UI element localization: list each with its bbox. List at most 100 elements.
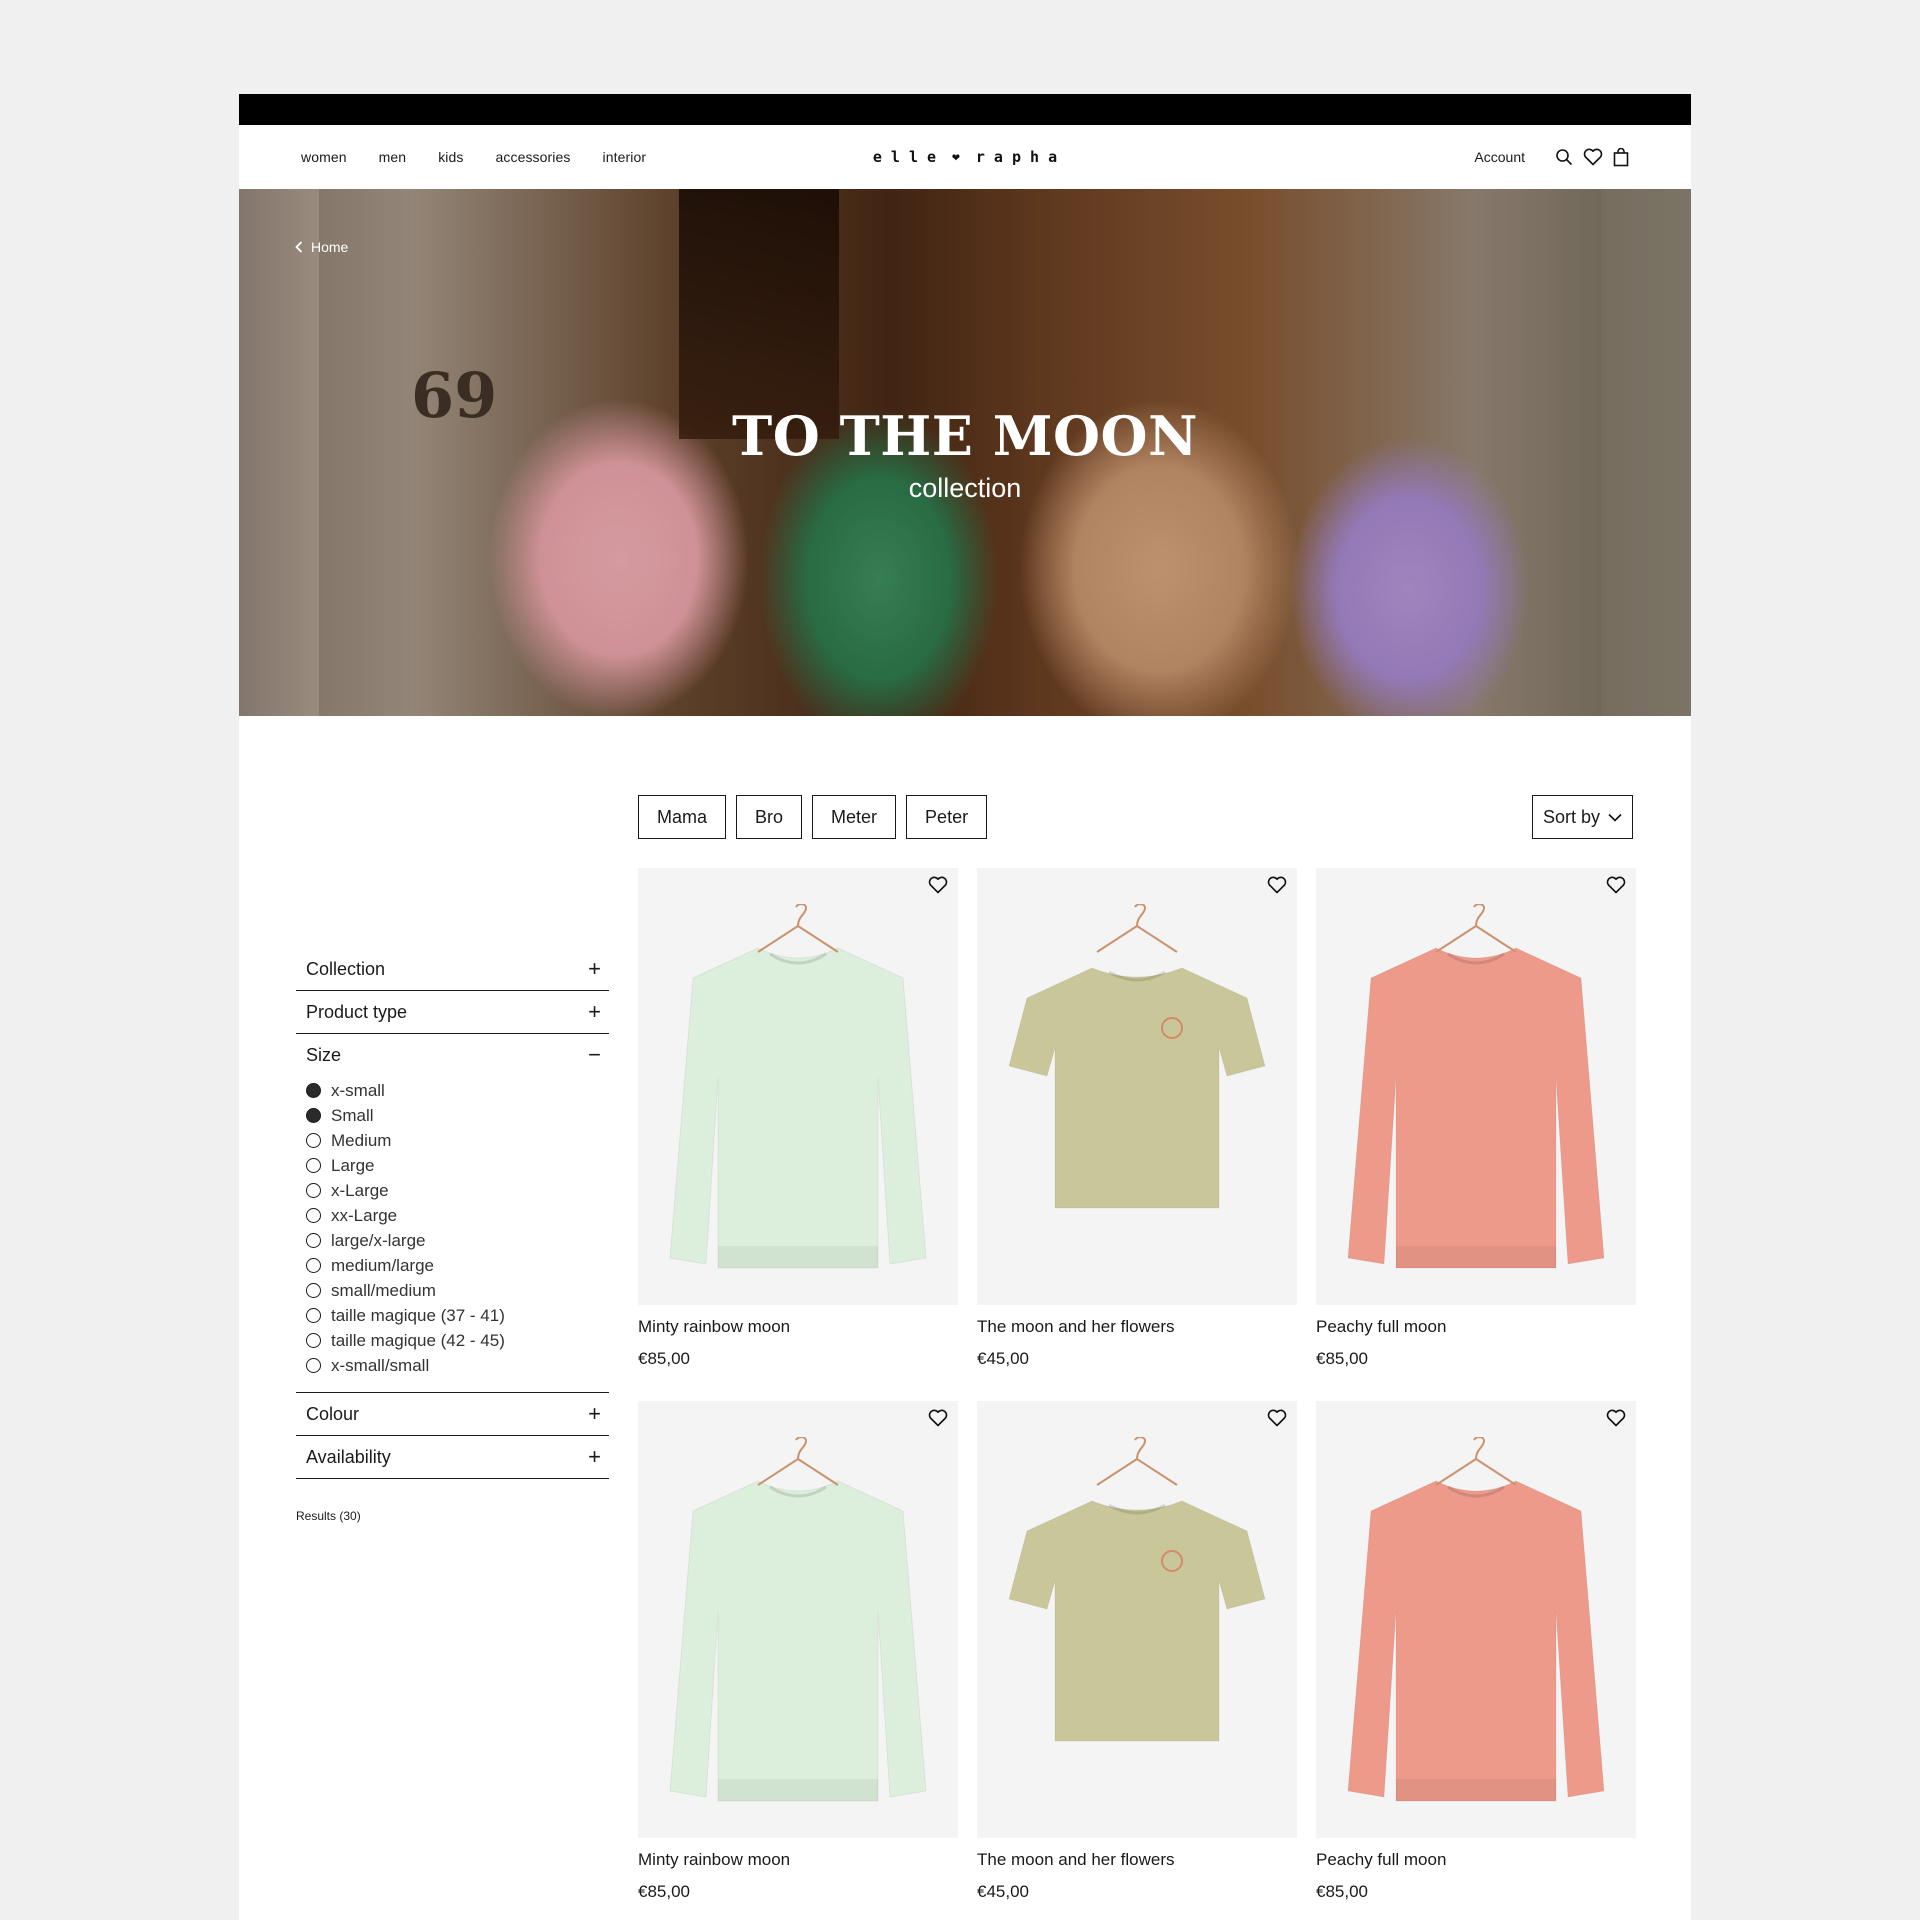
wishlist-heart-icon[interactable]: [1583, 148, 1603, 166]
top-bar: [239, 94, 1691, 125]
size-option[interactable]: taille magique (42 - 45): [306, 1328, 599, 1353]
product-card[interactable]: The moon and her flowers €45,00: [977, 868, 1297, 1369]
product-name[interactable]: The moon and her flowers: [977, 1317, 1297, 1337]
breadcrumb-home[interactable]: Home: [295, 239, 348, 255]
category-chips: Mama Bro Meter Peter: [638, 795, 988, 839]
product-card[interactable]: The moon and her flowers €45,00: [977, 1401, 1297, 1902]
wishlist-heart-icon[interactable]: [1606, 1409, 1626, 1432]
size-radio[interactable]: [306, 1258, 321, 1273]
size-option[interactable]: large/x-large: [306, 1228, 599, 1253]
product-image[interactable]: [977, 1401, 1297, 1838]
size-option-label: x-Large: [331, 1180, 389, 1200]
product-price: €85,00: [638, 1349, 690, 1368]
size-option-label: Small: [331, 1105, 374, 1125]
size-option[interactable]: small/medium: [306, 1278, 599, 1303]
search-icon[interactable]: [1555, 148, 1573, 166]
size-options: x-small Small Medium Large x-Large xx-Large la…: [296, 1076, 609, 1392]
plus-icon[interactable]: +: [588, 1444, 601, 1470]
filter-colour[interactable]: Colour +: [296, 1393, 609, 1436]
shopping-bag-icon[interactable]: [1613, 147, 1629, 167]
hero-title: TO THE MOON: [732, 404, 1198, 468]
size-radio[interactable]: [306, 1208, 321, 1223]
size-radio[interactable]: [306, 1283, 321, 1298]
size-option[interactable]: x-small: [306, 1078, 599, 1103]
wishlist-heart-icon[interactable]: [928, 1409, 948, 1432]
account-link[interactable]: Account: [1474, 149, 1525, 165]
product-card[interactable]: Peachy full moon €85,00: [1316, 868, 1636, 1369]
size-option-label: large/x-large: [331, 1230, 426, 1250]
plus-icon[interactable]: +: [588, 999, 601, 1025]
size-radio[interactable]: [306, 1108, 321, 1123]
filter-collection[interactable]: Collection +: [296, 948, 609, 991]
size-radio[interactable]: [306, 1183, 321, 1198]
product-name[interactable]: Minty rainbow moon: [638, 1850, 958, 1870]
product-image[interactable]: [1316, 868, 1636, 1305]
product-card[interactable]: Minty rainbow moon €85,00: [638, 1401, 958, 1902]
size-option-label: medium/large: [331, 1255, 434, 1275]
size-radio[interactable]: [306, 1083, 321, 1098]
filter-availability-label: Availability: [306, 1446, 391, 1467]
chip-meter[interactable]: Meter: [812, 795, 897, 839]
product-price: €45,00: [977, 1349, 1029, 1368]
size-option[interactable]: Large: [306, 1153, 599, 1178]
size-radio[interactable]: [306, 1333, 321, 1348]
chip-bro[interactable]: Bro: [736, 795, 803, 839]
product-name[interactable]: Minty rainbow moon: [638, 1317, 958, 1337]
size-radio[interactable]: [306, 1358, 321, 1373]
filter-colour-label: Colour: [306, 1403, 360, 1424]
nav-accessories[interactable]: accessories: [495, 149, 570, 165]
chevron-left-icon: [295, 241, 303, 253]
size-radio[interactable]: [306, 1158, 321, 1173]
product-name[interactable]: Peachy full moon: [1316, 1850, 1636, 1870]
product-card[interactable]: Peachy full moon €85,00: [1316, 1401, 1636, 1902]
size-option[interactable]: Medium: [306, 1128, 599, 1153]
tshirt-illustration: [997, 938, 1277, 1223]
filter-product-type[interactable]: Product type +: [296, 991, 609, 1034]
plus-icon[interactable]: +: [588, 1401, 601, 1427]
tshirt-illustration: [997, 1471, 1277, 1756]
product-price: €45,00: [977, 1882, 1029, 1901]
wishlist-heart-icon[interactable]: [1606, 876, 1626, 899]
product-image[interactable]: [638, 1401, 958, 1838]
chip-peter[interactable]: Peter: [906, 795, 988, 839]
size-option[interactable]: taille magique (37 - 41): [306, 1303, 599, 1328]
nav-men[interactable]: men: [379, 149, 407, 165]
filter-panel: Collection + Product type + Size − x-small S…: [296, 948, 609, 1479]
sort-dropdown[interactable]: Sort by: [1531, 795, 1633, 839]
size-option-label: Large: [331, 1155, 375, 1175]
nav-kids[interactable]: kids: [438, 149, 463, 165]
filter-size: Size − x-small Small Medium Large x-Large xx-L…: [296, 1034, 609, 1393]
chip-mama[interactable]: Mama: [638, 795, 727, 839]
minus-icon[interactable]: −: [588, 1042, 601, 1068]
nav-interior[interactable]: interior: [603, 149, 647, 165]
site-header: women men kids accessories interior e l …: [239, 125, 1691, 189]
wishlist-heart-icon[interactable]: [1267, 876, 1287, 899]
product-card[interactable]: Minty rainbow moon €85,00: [638, 868, 958, 1369]
size-option[interactable]: medium/large: [306, 1253, 599, 1278]
product-name[interactable]: The moon and her flowers: [977, 1850, 1297, 1870]
breadcrumb-home-label: Home: [311, 239, 349, 255]
plus-icon[interactable]: +: [588, 956, 601, 982]
nav-women[interactable]: women: [301, 149, 347, 165]
logo[interactable]: e l l e ❤ r a p h a: [869, 125, 1061, 189]
filter-product-type-label: Product type: [306, 1001, 408, 1022]
filter-availability[interactable]: Availability +: [296, 1436, 609, 1479]
size-option[interactable]: x-Large: [306, 1178, 599, 1203]
product-image[interactable]: [638, 868, 958, 1305]
page: women men kids accessories interior e l …: [239, 94, 1691, 1920]
size-option[interactable]: xx-Large: [306, 1203, 599, 1228]
size-option[interactable]: x-small/small: [306, 1353, 599, 1378]
wishlist-heart-icon[interactable]: [1267, 1409, 1287, 1432]
sweater-illustration: [658, 1461, 938, 1836]
size-radio[interactable]: [306, 1233, 321, 1248]
product-image[interactable]: [977, 868, 1297, 1305]
product-name[interactable]: Peachy full moon: [1316, 1317, 1636, 1337]
size-radio[interactable]: [306, 1308, 321, 1323]
sort-label: Sort by: [1542, 806, 1600, 827]
hanger-icon: [1426, 903, 1526, 979]
product-image[interactable]: [1316, 1401, 1636, 1838]
sweater-illustration: [658, 928, 938, 1303]
size-option[interactable]: Small: [306, 1103, 599, 1128]
size-radio[interactable]: [306, 1133, 321, 1148]
wishlist-heart-icon[interactable]: [928, 876, 948, 899]
